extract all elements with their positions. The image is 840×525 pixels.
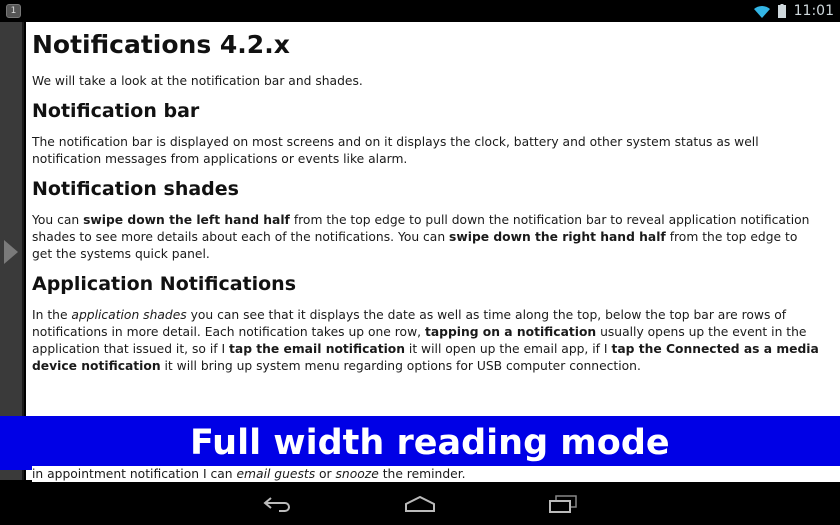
recent-apps-icon[interactable] bbox=[543, 492, 583, 516]
bold-text: swipe down the left hand half bbox=[83, 213, 290, 227]
bold-text: tap the Connected as a media device noti… bbox=[32, 342, 819, 373]
clock: 11:01 bbox=[793, 3, 834, 19]
article-tail-line: in appointment notification I can email … bbox=[32, 466, 840, 482]
back-icon[interactable] bbox=[258, 492, 298, 516]
section-paragraph: The notification bar is displayed on mos… bbox=[32, 135, 759, 166]
bold-text: swipe down the right hand half bbox=[449, 230, 666, 244]
side-drawer-handle[interactable] bbox=[0, 22, 24, 480]
home-icon[interactable] bbox=[400, 492, 440, 516]
italic-text: snooze bbox=[335, 467, 379, 481]
section-heading: Notification shades bbox=[32, 178, 239, 200]
status-bar: 1 11:01 bbox=[0, 0, 840, 22]
page-title: Notifications 4.2.x bbox=[32, 30, 290, 59]
bold-text: tap the email notification bbox=[229, 342, 405, 356]
reading-mode-banner: Full width reading mode bbox=[0, 416, 840, 470]
section-paragraph: In the application shades you can see th… bbox=[32, 308, 819, 373]
italic-text: email guests bbox=[236, 467, 316, 481]
bold-text: tapping on a notification bbox=[424, 325, 597, 339]
wifi-icon bbox=[753, 5, 770, 18]
intro-paragraph: We will take a look at the notification … bbox=[32, 74, 363, 88]
status-icons: 11:01 bbox=[753, 0, 834, 22]
section-heading: Application Notifications bbox=[32, 273, 297, 295]
notification-icon[interactable]: 1 bbox=[6, 4, 21, 18]
navigation-bar bbox=[0, 482, 840, 525]
article-content[interactable]: Notifications 4.2.x We will take a look … bbox=[26, 22, 840, 480]
section-paragraph: You can swipe down the left hand half fr… bbox=[32, 213, 810, 261]
expand-arrow-icon[interactable] bbox=[4, 240, 18, 264]
section-heading: Notification bar bbox=[32, 100, 200, 122]
italic-text: application shades bbox=[71, 308, 187, 322]
battery-icon bbox=[777, 4, 786, 18]
